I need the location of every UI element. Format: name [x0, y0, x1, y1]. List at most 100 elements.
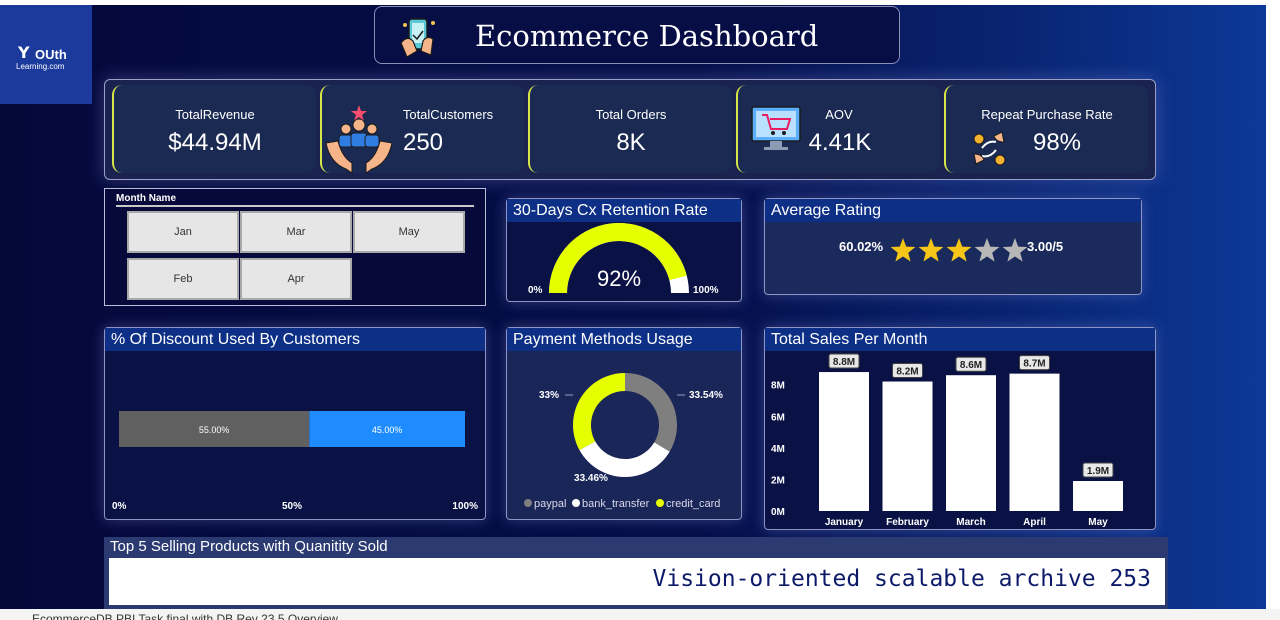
logo-subtitle: Learning.com	[16, 62, 65, 71]
kpi-label: Total Orders	[595, 107, 667, 122]
sales-data-label: 8.2M	[896, 367, 918, 378]
kpi-card-orders: Total Orders 8K	[528, 85, 732, 173]
gauge-min-label: 0%	[528, 285, 543, 296]
slicer-title: Month Name	[116, 193, 176, 204]
sales-category-label: February	[886, 517, 929, 528]
sales-bar	[819, 372, 869, 511]
discount-usage-panel: % Of Discount Used By Customers 55.00% 45…	[104, 327, 486, 520]
mobile-shopping-icon	[400, 18, 435, 58]
sales-category-label: January	[825, 517, 864, 528]
sales-category-label: April	[1023, 517, 1046, 528]
average-rating-panel: Average Rating 60.02% 3.00/5	[764, 198, 1142, 295]
dashboard-canvas: Y OUth Learning.com Ecommerce Dashboard …	[0, 5, 1280, 609]
gauge-max-label: 100%	[693, 285, 719, 296]
discount-data-label: 45.00%	[372, 425, 403, 435]
legend-label: credit_card	[666, 498, 720, 510]
month-button-may[interactable]: May	[353, 211, 465, 253]
panel-title: Total Sales Per Month	[765, 328, 1155, 351]
sales-data-label: 8.7M	[1023, 359, 1045, 370]
sales-axis-tick: 2M	[771, 475, 785, 486]
payment-methods-panel: Payment Methods Usage 33.54% 33.46% 33% pay…	[506, 327, 742, 520]
donut-slice-paypal	[625, 373, 677, 452]
retention-gauge: 92% 0% 100%	[528, 222, 719, 296]
page-title: Ecommerce Dashboard	[475, 19, 819, 53]
star-filled-icon	[918, 238, 944, 262]
kpi-card-customers: TotalCustomers 250	[320, 85, 524, 174]
retention-gauge-panel: 30-Days Cx Retention Rate 92% 0% 100%	[506, 198, 742, 302]
donut-data-label: 33.46%	[574, 473, 608, 484]
logo-brand: OUth	[35, 47, 67, 62]
donut-data-label: 33.54%	[689, 390, 723, 401]
sales-axis-tick: 0M	[771, 507, 785, 518]
donut-slice-credit_card	[573, 373, 625, 451]
logo-mark: Y	[18, 43, 30, 62]
report-page-tab[interactable]: EcommerceDB PBI Task final with DB Rev 2…	[32, 612, 338, 620]
payment-donut-chart: 33.54% 33.46% 33% paypal bank_transfer credit…	[524, 373, 723, 510]
donut-data-label: 33%	[539, 390, 559, 401]
sales-data-label: 8.6M	[960, 360, 982, 371]
discount-data-label: 55.00%	[199, 425, 230, 435]
dashboard-title-box: Ecommerce Dashboard	[374, 6, 900, 64]
sales-category-label: March	[956, 517, 985, 528]
month-button-feb[interactable]: Feb	[127, 258, 239, 300]
sales-category-label: May	[1088, 517, 1108, 528]
legend-label: paypal	[534, 498, 566, 510]
sales-axis-tick: 6M	[771, 412, 785, 423]
kpi-value: 250	[402, 129, 444, 156]
donut-slice-bank_transfer	[579, 441, 670, 477]
sales-bar	[1073, 481, 1123, 511]
slicer-divider	[116, 205, 474, 207]
sales-bar	[946, 375, 996, 511]
month-button-jan[interactable]: Jan	[127, 211, 239, 253]
kpi-card-repeat-rate: Repeat Purchase Rate 98%	[944, 85, 1148, 173]
star-filled-icon	[946, 238, 972, 262]
sales-axis-tick: 4M	[771, 444, 785, 455]
discount-axis-tick: 50%	[282, 501, 302, 512]
kpi-label: AOV	[825, 107, 853, 122]
legend-dot-paypal	[524, 499, 532, 507]
kpi-value: 4.41K	[808, 129, 872, 156]
kpi-strip: TotalRevenue $44.94M TotalCustomers 250 …	[104, 79, 1156, 180]
rating-percent: 60.02%	[839, 239, 884, 254]
brand-logo: Y OUth Learning.com	[0, 5, 92, 104]
legend-label: bank_transfer	[582, 498, 650, 510]
kpi-label: Repeat Purchase Rate	[981, 107, 1113, 122]
top-products-panel: Top 5 Selling Products with Quanitity So…	[104, 537, 1168, 609]
total-sales-panel: Total Sales Per Month 0M 2M 4M 6M 8M 8.8M Janu…	[764, 327, 1156, 530]
rating-score: 3.00/5	[1027, 239, 1064, 254]
month-button-mar[interactable]: Mar	[240, 211, 352, 253]
top-product-card: Vision-oriented scalable archive 253	[109, 558, 1165, 605]
sales-axis-tick: 8M	[771, 381, 785, 392]
star-empty-icon	[1002, 238, 1028, 262]
legend-dot-bank_transfer	[572, 499, 580, 507]
sales-data-label: 1.9M	[1087, 466, 1109, 477]
gauge-value: 92%	[597, 266, 641, 291]
discount-axis-tick: 100%	[452, 501, 478, 512]
panel-title: Payment Methods Usage	[507, 328, 741, 351]
report-tab-bar: EcommerceDB PBI Task final with DB Rev 2…	[0, 609, 1280, 620]
kpi-card-aov: AOV 4.41K	[736, 85, 940, 173]
right-edge-strip	[1266, 5, 1280, 609]
kpi-label: TotalRevenue	[175, 107, 255, 122]
kpi-value: $44.94M	[168, 129, 262, 156]
legend-dot-credit_card	[656, 499, 664, 507]
star-filled-icon	[890, 238, 916, 262]
star-empty-icon	[974, 238, 1000, 262]
month-slicer: Month Name Jan Mar May Feb Apr	[104, 188, 486, 306]
month-button-apr[interactable]: Apr	[240, 258, 352, 300]
sales-bar-chart: 0M 2M 4M 6M 8M 8.8M January 8.2M February 8.6M Mar…	[771, 353, 1123, 528]
discount-bar-chart: 55.00% 45.00% 0% 50% 100%	[112, 411, 478, 512]
top-product-value: Vision-oriented scalable archive 253	[652, 566, 1152, 592]
panel-title: 30-Days Cx Retention Rate	[507, 199, 741, 222]
panel-title: % Of Discount Used By Customers	[105, 328, 485, 351]
panel-title: Average Rating	[765, 199, 1141, 222]
rating-stars	[890, 238, 1028, 262]
sales-bar	[1009, 373, 1060, 511]
kpi-card-revenue: TotalRevenue $44.94M	[112, 85, 316, 173]
kpi-value: 98%	[1032, 129, 1082, 156]
kpi-value: 8K	[616, 129, 646, 156]
panel-title: Top 5 Selling Products with Quanitity So…	[110, 538, 388, 555]
kpi-label: TotalCustomers	[402, 107, 494, 122]
discount-axis-tick: 0%	[112, 501, 127, 512]
sales-bar	[882, 381, 933, 511]
